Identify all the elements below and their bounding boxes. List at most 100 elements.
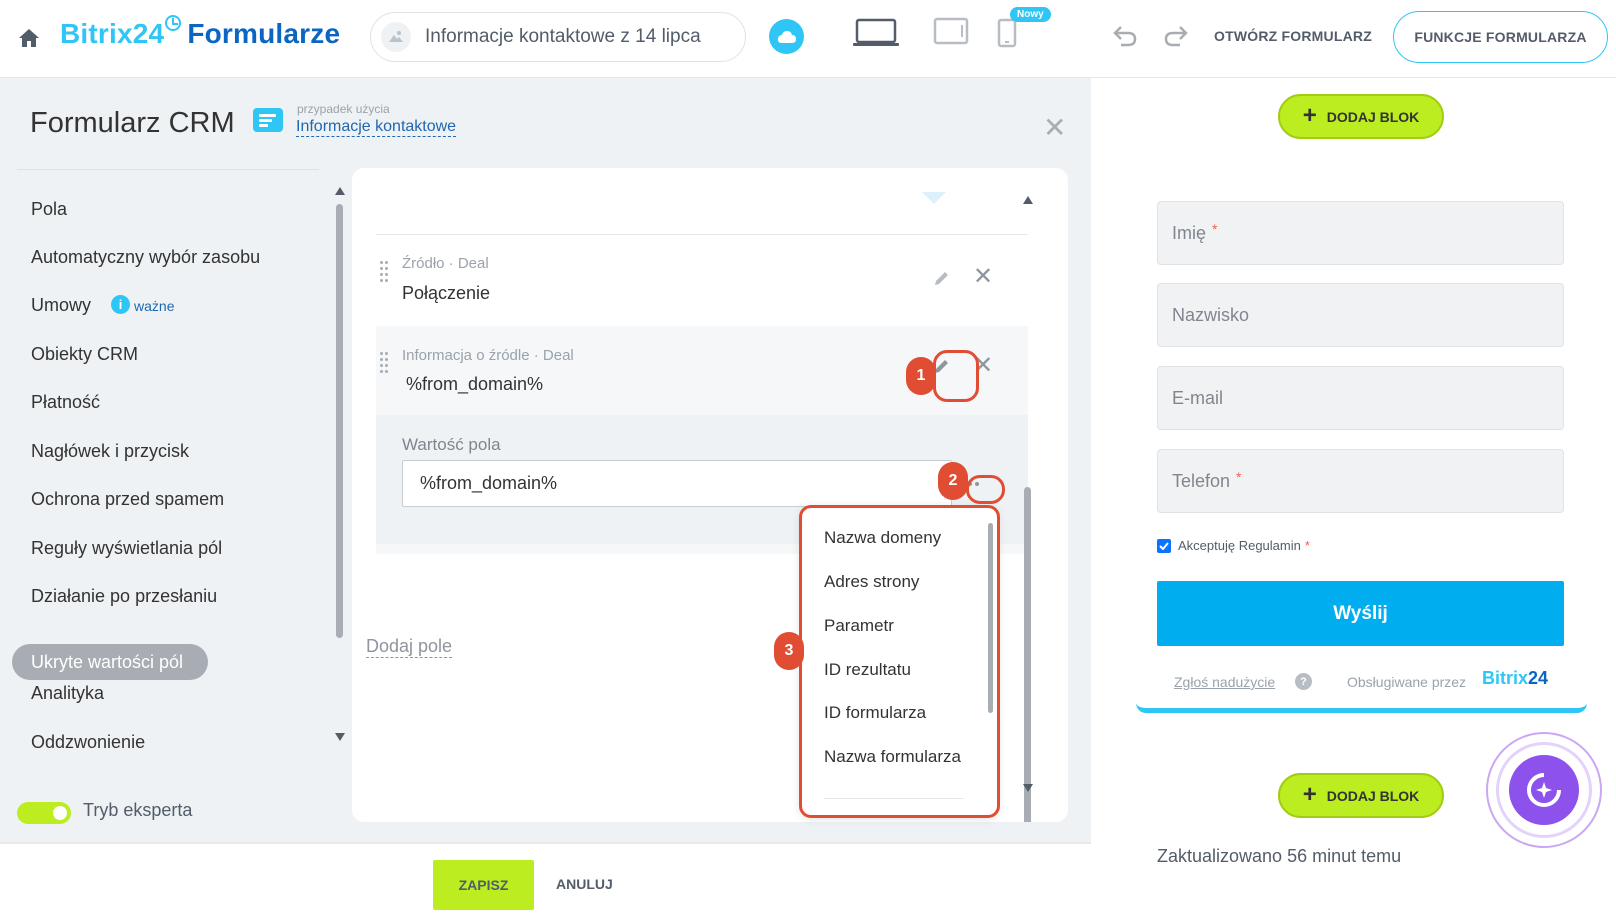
preview-field-phone[interactable]: Telefon * — [1157, 449, 1564, 513]
field-value-label: Wartość pola — [402, 435, 501, 454]
logo-product: Formularze — [187, 18, 341, 49]
save-button[interactable]: ZAPISZ — [433, 860, 534, 910]
clock-icon — [165, 15, 182, 31]
consent-label: Akceptuję Regulamin — [1178, 538, 1301, 553]
top-bar: Bitrix24 Formularze Informacje kontaktowe… — [0, 0, 1616, 78]
copilot-ring — [1496, 742, 1592, 838]
remove-icon[interactable]: ✕ — [973, 265, 993, 289]
field-placeholder: E-mail — [1172, 387, 1224, 408]
annotation-marker-2: 2 — [938, 462, 968, 500]
mobile-view-icon[interactable] — [997, 18, 1017, 48]
home-icon[interactable] — [17, 26, 41, 50]
add-block-button[interactable]: + DODAJ BLOK — [1278, 94, 1444, 139]
add-field-link[interactable]: Dodaj pole — [366, 636, 453, 658]
editor-scrollbar[interactable] — [1024, 487, 1031, 822]
bottom-action-bar: ZAPISZ ANULUJ — [0, 842, 1091, 915]
nav-item-display-rules[interactable]: Reguły wyświetlania pól — [31, 538, 222, 559]
collapse-arrow-icon — [922, 192, 946, 204]
usecase-icon — [253, 108, 283, 132]
form-preview: + DODAJ BLOK Imię * Nazwisko E-mail Telefo… — [1091, 78, 1616, 915]
nav-item-agreements-label: Umowy — [31, 295, 92, 315]
required-mark: * — [1212, 221, 1218, 237]
logo-brand: Bitrix24 — [60, 18, 165, 49]
cloud-icon — [777, 30, 796, 43]
nav-item-crm-objects[interactable]: Obiekty CRM — [31, 344, 138, 365]
field-value: %from_domain% — [406, 374, 544, 394]
preview-field-last-name[interactable]: Nazwisko — [1157, 283, 1564, 347]
nav-item-payment[interactable]: Płatność — [31, 392, 100, 413]
powered-by-label: Obsługiwane przez — [1347, 674, 1467, 690]
desktop-view-icon[interactable] — [852, 18, 900, 48]
nav-item-analytics[interactable]: Analityka — [31, 683, 104, 704]
field-placeholder: Imię — [1172, 222, 1207, 243]
tablet-view-icon[interactable] — [933, 17, 969, 45]
plus-icon: + — [1302, 101, 1317, 129]
preview-field-first-name[interactable]: Imię * — [1157, 201, 1564, 265]
annotation-ring-more — [966, 475, 1005, 504]
scroll-down-icon[interactable] — [1023, 784, 1033, 792]
preview-field-email[interactable]: E-mail — [1157, 366, 1564, 430]
field-value-input[interactable]: %from_domain% — [402, 460, 952, 507]
help-icon[interactable]: ? — [1295, 673, 1312, 690]
plus-icon: + — [1302, 780, 1317, 808]
app-logo: Bitrix24 Formularze — [60, 15, 341, 50]
preview-bottom-border — [1136, 703, 1587, 713]
last-updated-label: Zaktualizowano 56 minut temu — [1157, 846, 1402, 866]
bitrix24-brand[interactable]: Bitrix24 — [1482, 668, 1548, 689]
undo-icon[interactable] — [1112, 24, 1138, 48]
form-features-button[interactable]: FUNKCJE FORMULARZA — [1393, 11, 1608, 63]
close-icon[interactable]: ✕ — [1043, 114, 1066, 142]
add-block-button[interactable]: + DODAJ BLOK — [1278, 773, 1444, 818]
field-placeholder: Telefon — [1172, 470, 1231, 491]
annotation-marker-1: 1 — [906, 357, 936, 395]
open-form-button[interactable]: OTWÓRZ FORMULARZ — [1214, 28, 1372, 44]
add-block-label: DODAJ BLOK — [1326, 108, 1420, 125]
copilot-button[interactable] — [1486, 732, 1602, 848]
new-badge: Nowy — [1010, 7, 1051, 22]
panel-title: Formularz CRM — [30, 107, 235, 139]
drag-handle-icon[interactable] — [380, 352, 390, 373]
scroll-up-icon[interactable] — [1023, 196, 1033, 204]
drag-handle-icon[interactable] — [380, 261, 390, 282]
annotation-ring-dropdown — [799, 505, 1000, 818]
form-name-field[interactable]: Informacje kontaktowe z 14 lipca — [370, 12, 746, 62]
nav-item-header-button[interactable]: Nagłówek i przycisk — [31, 441, 189, 462]
submit-button[interactable]: Wyślij — [1157, 581, 1564, 646]
field-source: Źródło · Deal Połączenie ✕ — [376, 235, 1028, 325]
info-icon: i — [111, 294, 131, 314]
required-mark: * — [1304, 538, 1310, 553]
cancel-button[interactable]: ANULUJ — [556, 876, 613, 892]
usecase-label: przypadek użycia — [297, 102, 390, 116]
redo-icon[interactable] — [1163, 24, 1189, 48]
nav-item-callback[interactable]: Oddzwonienie — [31, 732, 145, 753]
form-name-text: Informacje kontaktowe z 14 lipca — [425, 26, 701, 47]
important-link[interactable]: ważne — [134, 298, 174, 314]
scroll-up-icon[interactable] — [335, 187, 345, 195]
usecase-link[interactable]: Informacje kontaktowe — [296, 118, 457, 137]
nav-scrollbar[interactable] — [336, 204, 343, 638]
nav-item-fields[interactable]: Pola — [31, 199, 67, 220]
edit-pencil-icon[interactable] — [932, 268, 952, 288]
scroll-down-icon[interactable] — [335, 733, 345, 741]
report-abuse-link[interactable]: Zgłoś nadużycie — [1174, 674, 1275, 690]
field-label: Źródło · Deal — [402, 255, 489, 272]
field-value: Połączenie — [402, 283, 491, 303]
required-mark: * — [1236, 469, 1242, 485]
annotation-ring-edit — [933, 350, 979, 402]
nav-item-auto-resource[interactable]: Automatyczny wybór zasobu — [31, 247, 260, 268]
brand-part-a: Bitrix — [1482, 668, 1529, 688]
add-block-label: DODAJ BLOK — [1326, 787, 1420, 804]
brand-part-b: 24 — [1528, 668, 1549, 688]
nav-item-spam-protection[interactable]: Ochrona przed spamem — [31, 489, 224, 510]
annotation-marker-3: 3 — [774, 632, 804, 670]
checkbox-checked-icon[interactable] — [1157, 538, 1171, 553]
nav-item-after-submit[interactable]: Działanie po przesłaniu — [31, 586, 217, 607]
nav-item-hidden-values[interactable]: Ukryte wartości pól — [12, 644, 208, 680]
consent-checkbox-row[interactable]: Akceptuję Regulamin * — [1157, 538, 1310, 553]
copilot-icon — [1509, 755, 1579, 825]
nav-item-agreements[interactable]: Umowy i ważne — [31, 294, 174, 316]
field-placeholder: Nazwisko — [1172, 304, 1250, 325]
cloud-save-button[interactable] — [769, 19, 804, 54]
expert-mode-label: Tryb eksperta — [83, 800, 193, 820]
expert-mode-toggle[interactable] — [17, 802, 71, 824]
